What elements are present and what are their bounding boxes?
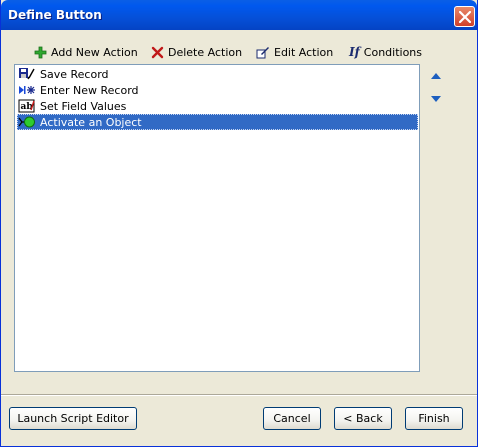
delete-action-button[interactable]: Delete Action	[151, 44, 242, 60]
move-up-button[interactable]	[429, 70, 443, 82]
edit-action-label: Edit Action	[274, 45, 334, 59]
if-icon: If	[349, 45, 360, 59]
conditions-label: Conditions	[363, 45, 423, 59]
actions-list[interactable]: Save Record Enter New Record ab Set Fiel…	[14, 64, 420, 372]
list-item-label: Save Record	[40, 67, 109, 81]
launch-script-editor-button[interactable]: Launch Script Editor	[9, 407, 137, 430]
delete-action-label: Delete Action	[168, 45, 243, 59]
list-item-enter-new-record[interactable]: Enter New Record	[17, 82, 418, 98]
close-button[interactable]	[454, 6, 475, 27]
title-bar[interactable]: Define Button	[1, 0, 477, 30]
add-new-action-button[interactable]: Add New Action	[34, 44, 138, 60]
plus-icon	[34, 46, 47, 58]
edit-action-button[interactable]: Edit Action	[256, 44, 333, 60]
set-field-icon: ab	[18, 99, 35, 113]
close-icon	[459, 11, 471, 23]
define-button-dialog: Define Button Add New Action Delete Acti…	[0, 0, 478, 447]
finish-button[interactable]: Finish	[405, 407, 463, 430]
new-record-icon	[19, 86, 35, 94]
save-record-icon	[19, 68, 35, 80]
divider	[1, 394, 477, 396]
list-item-label: Activate an Object	[40, 115, 142, 129]
cancel-button[interactable]: Cancel	[263, 407, 321, 430]
list-item-label: Enter New Record	[40, 83, 139, 97]
list-item-activate-object[interactable]: Activate an Object	[17, 114, 418, 130]
move-down-button[interactable]	[429, 93, 443, 105]
list-item-label: Set Field Values	[40, 99, 127, 113]
delete-x-icon	[151, 46, 164, 58]
window-title: Define Button	[8, 8, 102, 22]
list-item-save-record[interactable]: Save Record	[17, 66, 418, 82]
add-new-action-label: Add New Action	[51, 45, 138, 59]
svg-text:ab: ab	[21, 102, 33, 112]
activate-object-icon	[18, 116, 35, 128]
back-button[interactable]: < Back	[334, 407, 392, 430]
conditions-button[interactable]: If Conditions	[349, 44, 422, 60]
list-item-set-field-values[interactable]: ab Set Field Values	[17, 98, 418, 114]
edit-pencil-icon	[256, 47, 269, 59]
